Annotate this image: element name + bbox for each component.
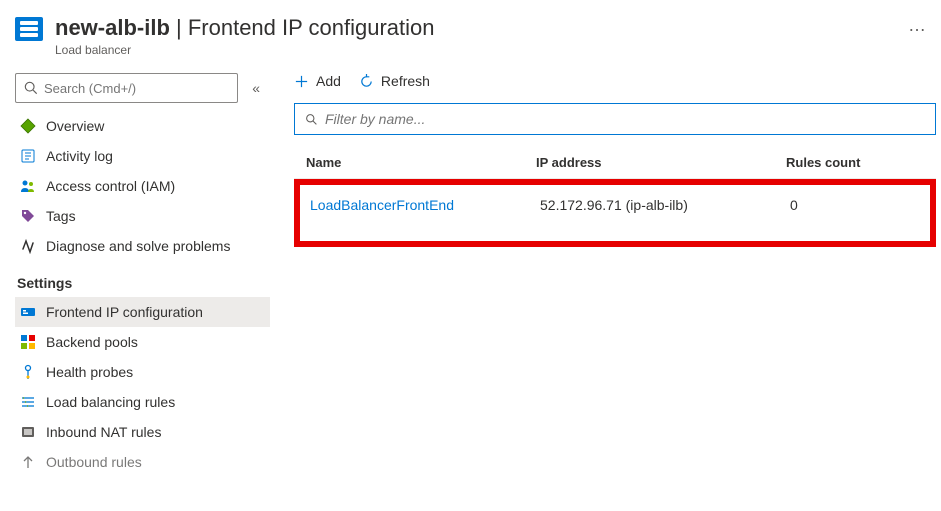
collapse-sidebar-icon[interactable]: « <box>252 80 260 96</box>
table-row[interactable]: LoadBalancerFrontEnd 52.172.96.71 (ip-al… <box>304 185 926 221</box>
col-header-rules[interactable]: Rules count <box>786 155 936 170</box>
nav-label: Health probes <box>46 364 133 380</box>
frontend-ip-icon <box>20 304 36 320</box>
toolbar: Add Refresh <box>294 73 936 103</box>
search-icon <box>24 81 38 95</box>
col-header-name[interactable]: Name <box>306 155 536 170</box>
sidebar-item-load-balancing-rules[interactable]: Load balancing rules <box>15 387 270 417</box>
more-actions-button[interactable]: … <box>894 15 941 36</box>
nav-label: Overview <box>46 118 104 134</box>
nav-label: Diagnose and solve problems <box>46 238 230 254</box>
filter-input[interactable] <box>325 111 925 127</box>
header-title-wrap: new-alb-ilb | Frontend IP configuration … <box>55 15 894 57</box>
sidebar: « Overview Activity log Access control (… <box>0 65 270 511</box>
inbound-nat-icon <box>20 424 36 440</box>
content-area: « Overview Activity log Access control (… <box>0 65 941 511</box>
sidebar-item-tags[interactable]: Tags <box>15 201 270 231</box>
refresh-button[interactable]: Refresh <box>359 73 430 89</box>
overview-icon <box>20 118 36 134</box>
nav-label: Access control (IAM) <box>46 178 175 194</box>
page-title: new-alb-ilb | Frontend IP configuration <box>55 15 894 41</box>
sidebar-search-input[interactable] <box>44 81 229 96</box>
nav-label: Activity log <box>46 148 113 164</box>
nav-label: Tags <box>46 208 76 224</box>
sidebar-item-backend-pools[interactable]: Backend pools <box>15 327 270 357</box>
nav-label: Backend pools <box>46 334 138 350</box>
filter-box[interactable] <box>294 103 936 135</box>
blade-title: Frontend IP configuration <box>188 15 435 40</box>
add-label: Add <box>316 73 341 89</box>
nav-label: Frontend IP configuration <box>46 304 203 320</box>
access-control-icon <box>20 178 36 194</box>
sidebar-item-access-control[interactable]: Access control (IAM) <box>15 171 270 201</box>
nav-label: Outbound rules <box>46 454 142 470</box>
sidebar-item-overview[interactable]: Overview <box>15 111 270 141</box>
health-probes-icon <box>20 364 36 380</box>
activity-log-icon <box>20 148 36 164</box>
outbound-rules-icon <box>20 454 36 470</box>
add-button[interactable]: Add <box>294 73 341 89</box>
nav-label: Load balancing rules <box>46 394 175 410</box>
resource-name: new-alb-ilb <box>55 15 170 40</box>
nav-label: Inbound NAT rules <box>46 424 161 440</box>
diagnose-icon <box>20 238 36 254</box>
page-header: new-alb-ilb | Frontend IP configuration … <box>0 0 941 65</box>
tags-icon <box>20 208 36 224</box>
sidebar-item-inbound-nat[interactable]: Inbound NAT rules <box>15 417 270 447</box>
sidebar-item-frontend-ip[interactable]: Frontend IP configuration <box>15 297 270 327</box>
highlighted-region: LoadBalancerFrontEnd 52.172.96.71 (ip-al… <box>294 179 936 247</box>
table-header: Name IP address Rules count <box>294 145 936 179</box>
sidebar-search-row: « <box>15 73 270 103</box>
refresh-icon <box>359 74 374 89</box>
sidebar-item-health-probes[interactable]: Health probes <box>15 357 270 387</box>
search-icon <box>305 113 318 126</box>
frontend-ip-table: Name IP address Rules count LoadBalancer… <box>294 145 936 247</box>
sidebar-section-settings: Settings <box>15 261 270 297</box>
main-panel: Add Refresh Name IP address Rules count … <box>270 65 941 511</box>
sidebar-item-outbound-rules[interactable]: Outbound rules <box>15 447 270 477</box>
load-balancing-rules-icon <box>20 394 36 410</box>
refresh-label: Refresh <box>381 73 430 89</box>
sidebar-item-activity-log[interactable]: Activity log <box>15 141 270 171</box>
resource-type-subtitle: Load balancer <box>55 43 894 57</box>
sidebar-item-diagnose[interactable]: Diagnose and solve problems <box>15 231 270 261</box>
load-balancer-icon <box>15 17 43 41</box>
row-ip: 52.172.96.71 (ip-alb-ilb) <box>540 197 790 213</box>
row-name-link[interactable]: LoadBalancerFrontEnd <box>310 197 540 213</box>
plus-icon <box>294 74 309 89</box>
sidebar-search[interactable] <box>15 73 238 103</box>
backend-pools-icon <box>20 334 36 350</box>
col-header-ip[interactable]: IP address <box>536 155 786 170</box>
row-rules: 0 <box>790 197 926 213</box>
